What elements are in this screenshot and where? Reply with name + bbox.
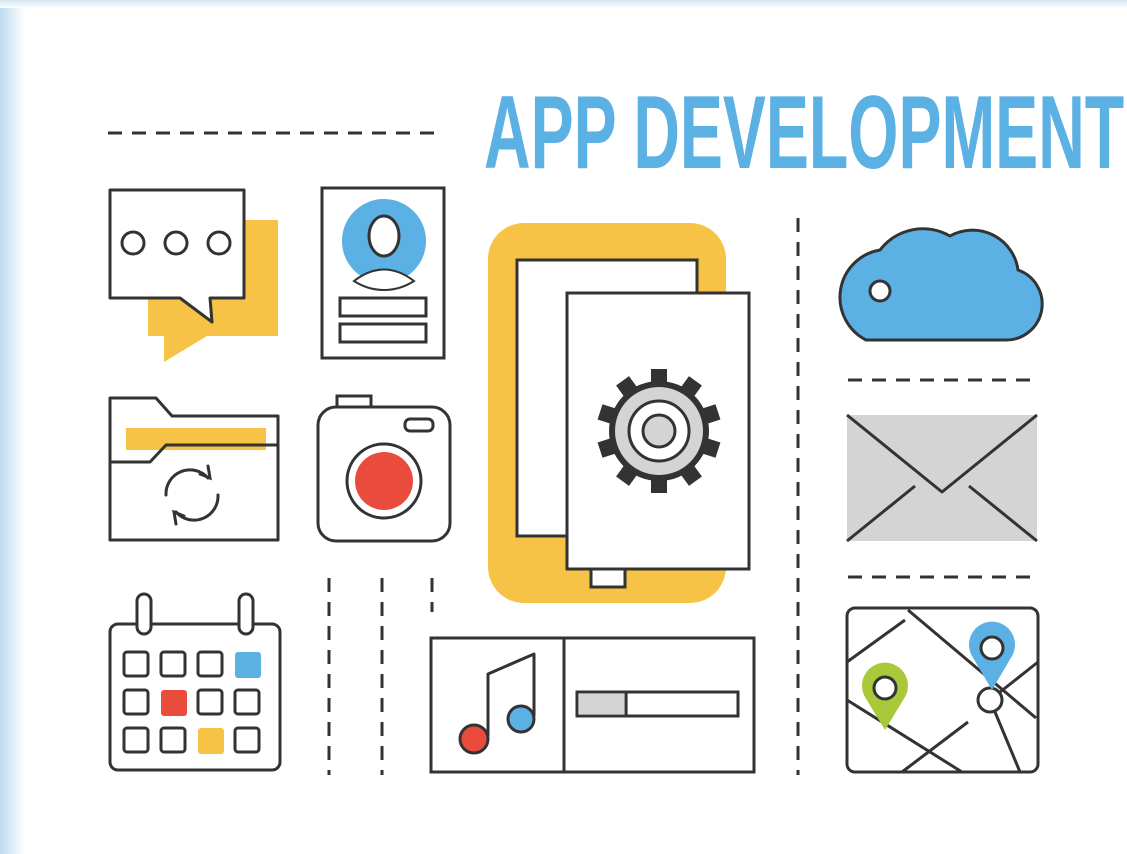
map-location-icon [845,606,1040,774]
folder-sync-icon [108,396,280,542]
music-player-icon [429,636,756,774]
cloud-icon [838,227,1044,342]
illustration [108,131,1044,775]
profile-card-icon [320,186,446,360]
calendar-icon [108,592,282,772]
envelope-icon [846,413,1038,543]
camera-icon [316,394,452,543]
smartphone-settings-icon [488,223,751,603]
progress-bar [575,690,740,718]
chat-bubble-icon [108,188,278,362]
